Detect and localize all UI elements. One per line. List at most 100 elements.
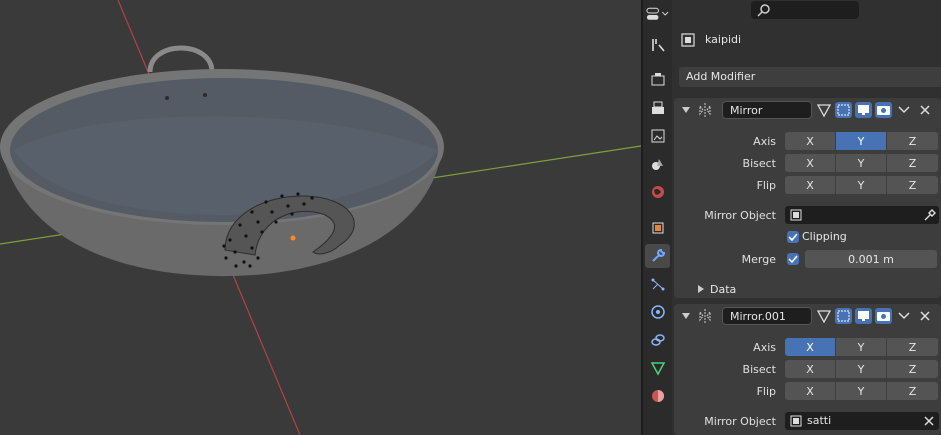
flip-y-toggle[interactable]: Y xyxy=(836,382,887,400)
edit-cage-icon[interactable] xyxy=(816,102,832,118)
tab-material[interactable] xyxy=(645,384,670,408)
object-icon xyxy=(790,415,802,427)
properties-header xyxy=(672,0,941,24)
properties-tab-bar xyxy=(643,0,672,435)
chevron-down-icon[interactable] xyxy=(898,312,910,320)
tab-data[interactable] xyxy=(645,356,670,380)
check-icon xyxy=(788,255,798,264)
camera-icon xyxy=(877,312,890,321)
tab-scene[interactable] xyxy=(645,152,670,176)
axis-z-toggle[interactable]: Z xyxy=(887,338,938,356)
axis-y-toggle[interactable]: Y xyxy=(836,132,887,150)
modifier-panel-mirror-001: Mirror.001 Axis X Y Z Bisect X Y Z Flip … xyxy=(674,304,941,435)
merge-checkbox[interactable] xyxy=(787,253,799,265)
clear-icon[interactable] xyxy=(923,415,935,427)
edit-mode-toggle[interactable] xyxy=(835,308,852,324)
tab-object[interactable] xyxy=(645,216,670,240)
data-subpanel-label[interactable]: Data xyxy=(710,283,736,296)
mirror-modifier-icon xyxy=(699,103,711,117)
tab-output[interactable] xyxy=(645,96,670,120)
clipping-label: Clipping xyxy=(802,230,847,243)
bisect-x-toggle[interactable]: X xyxy=(785,360,836,378)
flip-x-toggle[interactable]: X xyxy=(785,382,836,400)
tab-physics[interactable] xyxy=(645,300,670,324)
mirror-object-label: Mirror Object xyxy=(704,415,776,428)
3d-viewport[interactable] xyxy=(0,0,641,435)
tab-constraints[interactable] xyxy=(645,328,670,352)
monitor-icon xyxy=(858,105,869,115)
flip-z-toggle[interactable]: Z xyxy=(887,382,938,400)
chevron-down-icon[interactable] xyxy=(682,312,690,320)
modifier-name-field[interactable]: Mirror.001 xyxy=(722,307,812,325)
object-icon xyxy=(790,209,802,221)
mirror-object-label: Mirror Object xyxy=(704,209,776,222)
flip-x-toggle[interactable]: X xyxy=(785,176,836,194)
chevron-down-icon[interactable] xyxy=(682,106,690,114)
material-icon xyxy=(651,390,664,402)
edit-mode-icon xyxy=(837,310,850,322)
mirror-modifier-icon xyxy=(699,309,711,323)
edit-cage-icon[interactable] xyxy=(816,308,832,324)
render-icon xyxy=(651,73,664,86)
edit-mode-icon xyxy=(837,104,850,116)
tool-icon xyxy=(651,39,665,52)
bisect-label: Bisect xyxy=(742,363,776,376)
tab-world[interactable] xyxy=(645,180,670,204)
tab-render[interactable] xyxy=(645,68,670,92)
view-layer-icon xyxy=(651,129,664,143)
bisect-x-toggle[interactable]: X xyxy=(785,154,836,172)
scene-icon xyxy=(651,159,663,170)
axis-label: Axis xyxy=(753,341,776,354)
tab-tool[interactable] xyxy=(645,33,670,57)
bisect-z-toggle[interactable]: Z xyxy=(887,360,938,378)
axis-z-toggle[interactable]: Z xyxy=(887,132,938,150)
eyedropper-icon[interactable] xyxy=(923,208,937,222)
mirror-object-field[interactable]: satti xyxy=(785,412,939,430)
viewport-display-toggle[interactable] xyxy=(855,102,872,118)
flip-label: Flip xyxy=(756,385,776,398)
render-toggle[interactable] xyxy=(875,308,892,324)
modifier-name-field[interactable]: Mirror xyxy=(722,101,812,119)
tab-particles[interactable] xyxy=(645,272,670,296)
render-toggle[interactable] xyxy=(875,102,892,118)
wrench-icon xyxy=(651,248,665,262)
camera-icon xyxy=(877,106,890,115)
axis-y-toggle[interactable]: Y xyxy=(836,338,887,356)
modifier-header: Mirror.001 xyxy=(674,304,941,328)
object-name: kaipidi xyxy=(705,33,742,46)
axis-x-toggle[interactable]: X xyxy=(785,338,836,356)
clipping-checkbox[interactable] xyxy=(787,231,799,243)
properties-editor: kaipidi Add Modifier Mirror Axis X Y Z B… xyxy=(672,0,941,435)
output-icon xyxy=(651,101,664,114)
axis-label: Axis xyxy=(753,135,776,148)
add-modifier-button[interactable]: Add Modifier xyxy=(679,67,941,87)
properties-search[interactable] xyxy=(751,1,859,19)
object-icon xyxy=(652,222,663,234)
search-icon xyxy=(757,4,770,17)
bisect-y-toggle[interactable]: Y xyxy=(836,154,887,172)
bisect-y-toggle[interactable]: Y xyxy=(836,360,887,378)
physics-icon xyxy=(650,305,665,319)
chevron-right-icon[interactable] xyxy=(698,285,704,293)
edit-mode-toggle[interactable] xyxy=(835,102,852,118)
viewport-display-toggle[interactable] xyxy=(855,308,872,324)
tab-modifiers[interactable] xyxy=(645,244,670,268)
wok-handle-top xyxy=(147,45,215,73)
mirror-object-field[interactable] xyxy=(785,206,939,224)
monitor-icon xyxy=(858,311,869,321)
flip-z-toggle[interactable]: Z xyxy=(887,176,938,194)
check-icon xyxy=(788,233,798,242)
editor-type-icon xyxy=(646,7,669,20)
editor-type-button[interactable] xyxy=(645,2,670,26)
chevron-down-icon[interactable] xyxy=(898,106,910,114)
world-icon xyxy=(651,186,664,198)
mesh-data-icon xyxy=(650,362,665,376)
close-icon[interactable] xyxy=(919,104,931,116)
axis-x-toggle[interactable]: X xyxy=(785,132,836,150)
tab-view-layer[interactable] xyxy=(645,124,670,148)
flip-y-toggle[interactable]: Y xyxy=(836,176,887,194)
close-icon[interactable] xyxy=(919,310,931,322)
merge-distance-field[interactable]: 0.001 m xyxy=(805,250,937,268)
flip-label: Flip xyxy=(756,179,776,192)
bisect-z-toggle[interactable]: Z xyxy=(887,154,938,172)
